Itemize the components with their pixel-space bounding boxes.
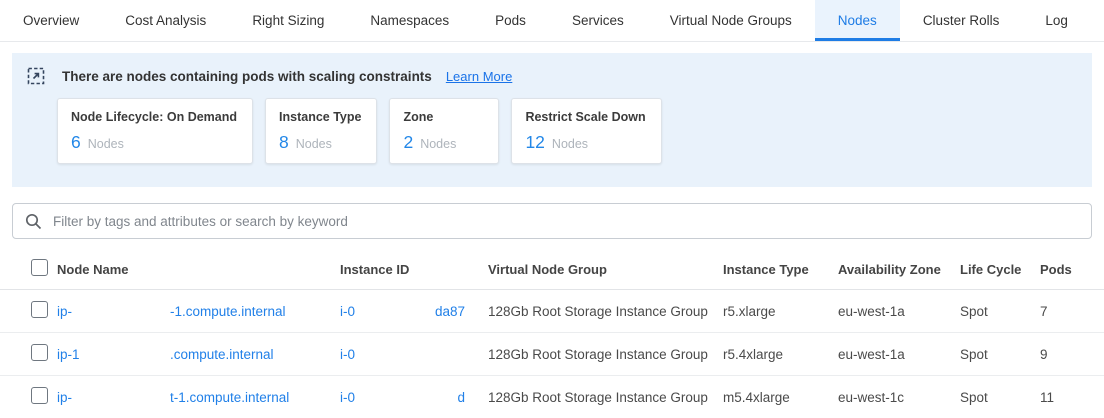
card-title: Restrict Scale Down [525, 110, 645, 124]
tab-right-sizing[interactable]: Right Sizing [229, 0, 347, 41]
row-checkbox[interactable] [31, 344, 48, 361]
table-header-row: Node Name Instance ID Virtual Node Group… [0, 249, 1104, 290]
instance-id-prefix: i-0 [340, 347, 355, 362]
card-unit: Nodes [552, 137, 588, 151]
card-count: 6 [71, 132, 81, 153]
card-count: 8 [279, 132, 289, 153]
card-unit: Nodes [296, 137, 332, 151]
search-input[interactable] [51, 213, 1079, 230]
card-unit: Nodes [88, 137, 124, 151]
table-row: ip- -1.compute.internal i-0 da87 128Gb R… [0, 290, 1104, 333]
card-count: 12 [525, 132, 544, 153]
life-cycle-cell: Spot [960, 347, 1040, 362]
life-cycle-cell: Spot [960, 390, 1040, 405]
scale-out-icon [27, 67, 45, 85]
card-count: 2 [403, 132, 413, 153]
row-checkbox[interactable] [31, 387, 48, 404]
virtual-node-group-cell: 128Gb Root Storage Instance Group [488, 347, 723, 362]
tab-cost-analysis[interactable]: Cost Analysis [102, 0, 229, 41]
node-name-link[interactable]: ip-1 .compute.internal [57, 347, 340, 362]
node-name-prefix: ip- [57, 304, 170, 319]
instance-type-cell: r5.xlarge [723, 304, 838, 319]
tab-overview[interactable]: Overview [0, 0, 102, 41]
constraint-card-instance-type[interactable]: Instance Type 8 Nodes [265, 98, 377, 164]
scaling-constraints-banner: There are nodes containing pods with sca… [12, 53, 1092, 187]
node-name-prefix: ip-1 [57, 347, 170, 362]
instance-id-prefix: i-0 [340, 390, 355, 405]
column-header-virtual-node-group[interactable]: Virtual Node Group [488, 262, 723, 277]
pods-cell: 11 [1040, 390, 1104, 405]
column-header-instance-type[interactable]: Instance Type [723, 262, 838, 277]
node-name-prefix: ip- [57, 390, 170, 405]
pods-cell: 7 [1040, 304, 1104, 319]
instance-type-cell: m5.4xlarge [723, 390, 838, 405]
card-unit: Nodes [420, 137, 456, 151]
constraint-card-node-lifecycle[interactable]: Node Lifecycle: On Demand 6 Nodes [57, 98, 253, 164]
life-cycle-cell: Spot [960, 304, 1040, 319]
node-name-link[interactable]: ip- t-1.compute.internal [57, 390, 340, 405]
tab-bar: Overview Cost Analysis Right Sizing Name… [0, 0, 1104, 42]
table-row: ip- t-1.compute.internal i-0 d 128Gb Roo… [0, 376, 1104, 418]
node-name-suffix: -1.compute.internal [170, 304, 286, 319]
column-header-availability-zone[interactable]: Availability Zone [838, 262, 960, 277]
instance-id-suffix: da87 [435, 304, 465, 319]
availability-zone-cell: eu-west-1a [838, 304, 960, 319]
instance-id-suffix: d [457, 390, 465, 405]
tab-cluster-rolls[interactable]: Cluster Rolls [900, 0, 1023, 41]
constraint-cards: Node Lifecycle: On Demand 6 Nodes Instan… [57, 98, 1077, 164]
tab-pods[interactable]: Pods [472, 0, 549, 41]
instance-id-prefix: i-0 [340, 304, 355, 319]
card-title: Instance Type [279, 110, 361, 124]
pods-cell: 9 [1040, 347, 1104, 362]
instance-id-link[interactable]: i-0 d [340, 390, 488, 405]
card-title: Node Lifecycle: On Demand [71, 110, 237, 124]
nodes-table: Node Name Instance ID Virtual Node Group… [0, 249, 1104, 418]
instance-type-cell: r5.4xlarge [723, 347, 838, 362]
node-name-link[interactable]: ip- -1.compute.internal [57, 304, 340, 319]
tab-nodes[interactable]: Nodes [815, 0, 900, 41]
row-checkbox[interactable] [31, 301, 48, 318]
constraint-card-zone[interactable]: Zone 2 Nodes [389, 98, 499, 164]
banner-message: There are nodes containing pods with sca… [62, 69, 432, 84]
node-name-suffix: .compute.internal [170, 347, 274, 362]
table-row: ip-1 .compute.internal i-0 128Gb Root St… [0, 333, 1104, 376]
instance-id-link[interactable]: i-0 [340, 347, 488, 362]
tab-services[interactable]: Services [549, 0, 647, 41]
instance-id-link[interactable]: i-0 da87 [340, 304, 488, 319]
search-icon [25, 213, 42, 230]
tab-virtual-node-groups[interactable]: Virtual Node Groups [647, 0, 815, 41]
tab-log[interactable]: Log [1022, 0, 1091, 41]
availability-zone-cell: eu-west-1a [838, 347, 960, 362]
node-name-suffix: t-1.compute.internal [170, 390, 289, 405]
availability-zone-cell: eu-west-1c [838, 390, 960, 405]
constraint-card-restrict-scale-down[interactable]: Restrict Scale Down 12 Nodes [511, 98, 661, 164]
virtual-node-group-cell: 128Gb Root Storage Instance Group [488, 304, 723, 319]
column-header-instance-id[interactable]: Instance ID [340, 262, 488, 277]
column-header-pods[interactable]: Pods [1040, 262, 1104, 277]
learn-more-link[interactable]: Learn More [446, 69, 512, 84]
virtual-node-group-cell: 128Gb Root Storage Instance Group [488, 390, 723, 405]
filter-bar [12, 203, 1092, 239]
column-header-node-name[interactable]: Node Name [57, 262, 340, 277]
column-header-life-cycle[interactable]: Life Cycle [960, 262, 1040, 277]
tab-namespaces[interactable]: Namespaces [347, 0, 472, 41]
select-all-checkbox[interactable] [31, 259, 48, 276]
card-title: Zone [403, 110, 483, 124]
